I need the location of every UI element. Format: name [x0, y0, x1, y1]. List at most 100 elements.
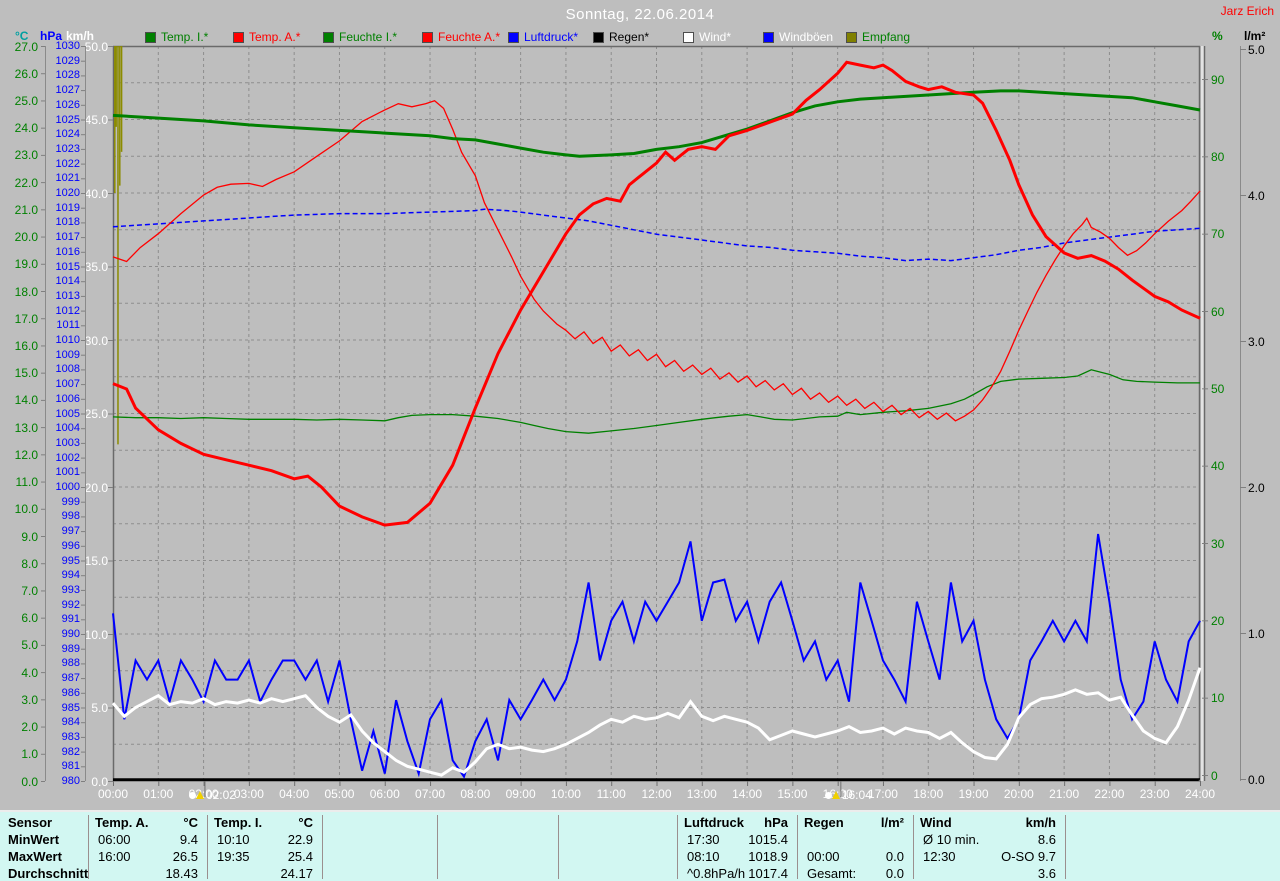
tick-label: 1022 [55, 157, 80, 170]
tick-label: 15.0 [14, 366, 38, 381]
legend-item-luftdruck[interactable]: Luftdruck* [508, 30, 578, 44]
table-cell-value: 22.9 [287, 832, 313, 847]
tick-label: 983 [61, 730, 80, 743]
tick-label: 1014 [55, 275, 80, 288]
tick-label: 6.0 [21, 611, 38, 626]
legend-item-wind[interactable]: Wind* [683, 30, 731, 44]
table-cell-value: 24.17 [280, 866, 313, 881]
table-divider [437, 815, 438, 879]
tick-label: 982 [61, 745, 80, 758]
time-label: 01:00 [143, 787, 174, 801]
time-label: 21:00 [1049, 787, 1080, 801]
tick-label: 0.0 [21, 774, 38, 789]
tick-label: 1.0 [21, 747, 38, 762]
table-cell-value: 18.43 [165, 866, 198, 881]
legend-label: Wind* [699, 30, 732, 44]
time-label: 15:00 [777, 787, 808, 801]
tick-label: 998 [61, 510, 80, 523]
axis-header-percent: % [1212, 29, 1223, 43]
table-col-unit: °C [298, 815, 313, 830]
tick-label: 11.0 [15, 475, 38, 490]
tick-label: 40 [1211, 459, 1225, 474]
table-row-label: Durchschnitt [8, 866, 89, 881]
time-label: 20:00 [1003, 787, 1034, 801]
table-cell-value: 25.4 [287, 849, 313, 864]
tick-label: 1009 [55, 348, 80, 361]
legend-swatch [145, 31, 156, 43]
stats-table: Sensor MinWert MaxWert Durchschnitt Temp. A.… [0, 810, 1280, 881]
time-label: 06:00 [369, 787, 400, 801]
legend-item-tempi[interactable]: Temp. I.* [145, 30, 208, 44]
tick-label: 991 [61, 613, 80, 626]
tick-label: 3.0 [1248, 334, 1265, 349]
tick-label: 21.0 [14, 202, 38, 217]
tick-label: 1029 [55, 54, 80, 67]
tick-label: 10 [1211, 691, 1225, 706]
legend-label: Temp. I.* [161, 30, 209, 44]
tick-label: 1021 [55, 172, 80, 185]
tick-label: 1007 [55, 378, 80, 391]
tick-label: 1023 [55, 142, 80, 155]
legend-item-empfang[interactable]: Empfang [846, 30, 910, 44]
tick-label: 993 [61, 583, 80, 596]
tick-label: 80 [1211, 149, 1225, 164]
tick-label: 18.0 [14, 284, 38, 299]
tick-label: 20.0 [14, 230, 38, 245]
event-time-label: 16:04 [841, 788, 872, 802]
table-cell-value: 1018.9 [748, 849, 788, 864]
time-label: 24:00 [1184, 787, 1216, 801]
tick-label: 16.0 [14, 339, 38, 354]
tick-label: 5.0 [21, 638, 38, 653]
tick-label: 1017 [55, 231, 80, 244]
tick-label: 5.0 [91, 701, 108, 716]
tick-label: 25.0 [14, 94, 38, 109]
legend-swatch [593, 31, 604, 43]
tick-label: 2.0 [21, 720, 38, 735]
legend-item-feuchtea[interactable]: Feuchte A.* [422, 30, 500, 44]
plot-area[interactable] [113, 46, 1200, 781]
tick-label: 10.0 [84, 627, 108, 642]
legend-item-regen[interactable]: Regen* [593, 30, 649, 44]
table-col-unit: °C [183, 815, 198, 830]
axis-header-lm2: l/m² [1244, 29, 1266, 43]
tick-label: 4.0 [21, 665, 38, 680]
table-divider [558, 815, 559, 879]
legend-label: Luftdruck* [524, 30, 579, 44]
legend-label: Empfang [862, 30, 911, 44]
station-owner-label: Jarz Erich [1220, 4, 1274, 18]
tick-label: 60 [1211, 304, 1225, 319]
time-label: 05:00 [324, 787, 355, 801]
time-label: 04:00 [279, 787, 310, 801]
time-label: 23:00 [1139, 787, 1170, 801]
tick-label: 9.0 [21, 529, 38, 544]
legend-swatch [763, 31, 774, 43]
tick-label: 988 [61, 657, 80, 670]
event-arrow-icon [831, 791, 840, 799]
legend-item-windböen[interactable]: Windböen [763, 30, 833, 44]
legend-item-tempa[interactable]: Temp. A.* [233, 30, 300, 44]
table-row-label: MinWert [8, 832, 60, 847]
tick-label: 994 [61, 569, 80, 582]
tick-label: 1011 [56, 319, 80, 332]
time-label: 14:00 [732, 787, 763, 801]
table-cell-value: 26.5 [172, 849, 198, 864]
time-label: 19:00 [958, 787, 989, 801]
legend-swatch [233, 31, 244, 43]
tick-label: 999 [61, 495, 80, 508]
time-label: 11:00 [596, 787, 626, 801]
table-row-label: Sensor [8, 815, 53, 830]
tick-label: 22.0 [14, 175, 38, 190]
tick-label: 15.0 [84, 554, 108, 569]
tick-label: 19.0 [14, 257, 38, 272]
table-col-unit: l/m² [880, 815, 904, 830]
legend-label: Temp. A.* [249, 30, 301, 44]
legend-item-feuchtei[interactable]: Feuchte I.* [323, 30, 397, 44]
table-row-label: MaxWert [8, 849, 62, 864]
tick-label: 30 [1211, 536, 1225, 551]
tick-label: 12.0 [14, 447, 38, 462]
legend-swatch [323, 31, 334, 43]
tick-label: 984 [61, 716, 80, 729]
time-label: 09:00 [505, 787, 536, 801]
tick-label: 1001 [55, 466, 80, 479]
tick-label: 27.0 [14, 39, 38, 54]
